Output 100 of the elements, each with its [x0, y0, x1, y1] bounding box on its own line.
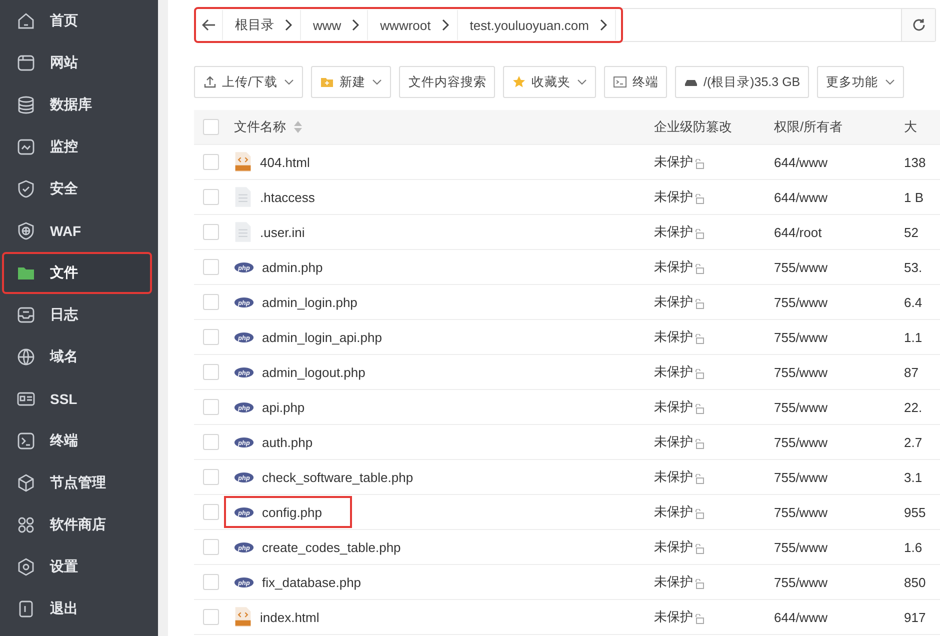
- unlock-icon: [694, 264, 704, 274]
- toolbar-button[interactable]: 新建: [311, 66, 392, 98]
- gear-icon: [16, 557, 36, 577]
- table-cell: 未保护: [654, 538, 693, 556]
- table-cell: 未保护: [654, 328, 693, 346]
- apps-icon: [16, 515, 36, 535]
- table-cell: 52: [904, 224, 918, 240]
- sidebar-item[interactable]: 退出: [2, 588, 152, 630]
- sidebar-item[interactable]: 软件商店: [2, 504, 152, 546]
- checkbox[interactable]: [203, 364, 219, 380]
- table-cell: 755/www: [774, 294, 828, 310]
- checkbox[interactable]: [203, 119, 219, 135]
- unlock-icon: [694, 159, 704, 169]
- breadcrumb-item[interactable]: test.youluoyuan.com: [458, 10, 616, 40]
- unlock-icon: [694, 544, 704, 554]
- table-cell: 6.4: [904, 294, 922, 310]
- sidebar-item[interactable]: 网站: [2, 42, 152, 84]
- checkbox[interactable]: [203, 539, 219, 555]
- toolbar-button[interactable]: /(根目录)35.3 GB: [675, 66, 810, 98]
- table-cell: 755/www: [774, 574, 828, 590]
- table-cell: 22.: [904, 400, 922, 414]
- checkbox[interactable]: [203, 399, 219, 415]
- toolbar-button[interactable]: 文件内容搜索: [399, 66, 496, 98]
- table-cell: 644/root: [774, 224, 822, 240]
- sidebar-item[interactable]: 终端: [2, 420, 152, 462]
- file-name-cell[interactable]: .user.ini: [224, 216, 335, 248]
- checkbox[interactable]: [203, 504, 219, 520]
- table-cell: 未保护: [654, 188, 693, 206]
- sidebar-item[interactable]: 文件: [2, 252, 152, 294]
- table-cell: 1.1: [904, 330, 922, 344]
- sidebar-item[interactable]: 域名: [2, 336, 152, 378]
- unlock-icon: [694, 229, 704, 239]
- toolbar-button[interactable]: 上传/下载: [194, 66, 304, 98]
- unlock-icon: [694, 369, 704, 379]
- cube-icon: [16, 473, 36, 493]
- unlock-icon: [694, 404, 704, 414]
- table-cell: 955: [904, 504, 926, 520]
- caret-icon: [372, 79, 382, 85]
- waf-icon: [16, 221, 36, 241]
- column-header: 企业级防篡改: [654, 119, 732, 134]
- sidebar-item[interactable]: 数据库: [2, 84, 152, 126]
- sidebar-item[interactable]: 监控: [2, 126, 152, 168]
- sidebar-item[interactable]: SSL: [2, 378, 152, 420]
- table-cell: 未保护: [654, 223, 693, 241]
- checkbox[interactable]: [203, 329, 219, 345]
- checkbox[interactable]: [203, 154, 219, 170]
- folder-icon: [320, 75, 334, 89]
- toolbar-button[interactable]: 终端: [604, 66, 668, 98]
- checkbox[interactable]: [203, 259, 219, 275]
- table-cell: 未保护: [654, 258, 693, 276]
- checkbox[interactable]: [203, 434, 219, 450]
- table-cell: 未保护: [654, 433, 693, 451]
- table-cell: 755/www: [774, 434, 828, 450]
- breadcrumb-item[interactable]: www: [301, 10, 368, 40]
- chevron-icon: [351, 19, 360, 31]
- table-cell: 755/www: [774, 540, 828, 554]
- sidebar-item[interactable]: WAF: [2, 210, 152, 252]
- checkbox[interactable]: [203, 574, 219, 590]
- arrow-left-icon: [202, 19, 216, 31]
- table-cell: 917: [904, 610, 926, 624]
- sidebar-item[interactable]: 安全: [2, 168, 152, 210]
- site-icon: [16, 53, 36, 73]
- table-cell: 850: [904, 574, 926, 590]
- monitor-icon: [16, 137, 36, 157]
- text-file-icon: [234, 186, 252, 208]
- table-cell: 未保护: [654, 363, 693, 381]
- checkbox[interactable]: [203, 469, 219, 485]
- file-name-cell[interactable]: 404.html: [224, 146, 340, 178]
- unlock-icon: [694, 439, 704, 449]
- caret-icon: [885, 79, 896, 85]
- breadcrumb-item[interactable]: wwwroot: [368, 10, 458, 40]
- refresh-icon: [912, 18, 926, 32]
- sidebar-item[interactable]: 设置: [2, 546, 152, 588]
- checkbox[interactable]: [203, 609, 219, 625]
- table-cell: 755/www: [774, 364, 828, 380]
- toolbar-button[interactable]: 更多功能: [817, 66, 904, 98]
- unlock-icon: [694, 579, 704, 589]
- column-header[interactable]: 文件名称: [234, 118, 286, 136]
- unlock-icon: [694, 334, 704, 344]
- globe-icon: [16, 347, 36, 367]
- sidebar-item[interactable]: 节点管理: [2, 462, 152, 504]
- chevron-icon: [598, 19, 607, 31]
- table-cell: 755/www: [774, 260, 828, 274]
- checkbox[interactable]: [203, 294, 219, 310]
- file-name-cell[interactable]: .htaccess: [224, 181, 345, 213]
- breadcrumb-item[interactable]: 根目录: [223, 10, 301, 40]
- sidebar-item[interactable]: 日志: [2, 294, 152, 336]
- text-file-icon: [234, 221, 252, 243]
- table-cell: 1 B: [904, 190, 924, 204]
- checkbox[interactable]: [203, 224, 219, 240]
- db-icon: [16, 95, 36, 115]
- toolbar-button[interactable]: 收藏夹: [503, 66, 596, 98]
- checkbox[interactable]: [203, 189, 219, 205]
- file-name-cell[interactable]: index.html: [224, 601, 350, 633]
- table-cell: 未保护: [654, 608, 693, 626]
- html-file-icon: [234, 606, 252, 628]
- sidebar-item[interactable]: 首页: [2, 0, 152, 42]
- refresh-button[interactable]: [901, 9, 935, 41]
- sort-icon[interactable]: [294, 121, 302, 133]
- terminal-icon: [613, 75, 628, 89]
